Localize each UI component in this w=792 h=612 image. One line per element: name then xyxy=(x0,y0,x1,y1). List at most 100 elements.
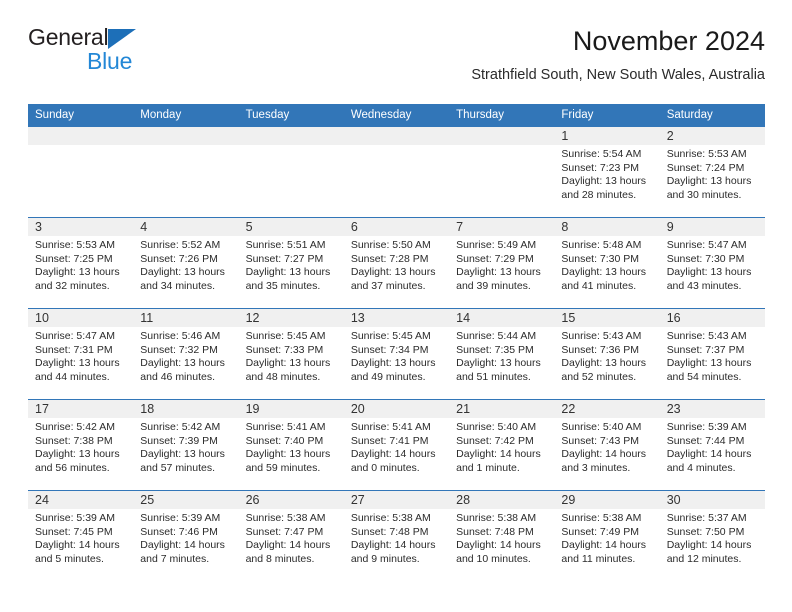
sunset-time: Sunset: 7:27 PM xyxy=(245,252,324,265)
calendar-day-cell[interactable]: 5 Sunrise: 5:51 AM Sunset: 7:27 PM Daylight… xyxy=(238,217,344,309)
calendar-day-cell[interactable]: 20 Sunrise: 5:41 AM Sunset: 7:41 PM Dayligh… xyxy=(343,399,450,491)
calendar-day-cell[interactable]: 4 Sunrise: 5:52 AM Sunset: 7:26 PM Daylight… xyxy=(133,217,239,309)
calendar-week-row: 24 Sunrise: 5:39 AM Sunset: 7:45 PM Dayligh… xyxy=(28,490,765,581)
calendar-day-cell[interactable] xyxy=(238,127,344,218)
day-cell-content: 22 Sunrise: 5:40 AM Sunset: 7:43 PM Dayligh… xyxy=(554,400,660,490)
calendar-day-cell[interactable]: 2 Sunrise: 5:53 AM Sunset: 7:24 PM Daylight… xyxy=(659,127,765,218)
day-number: 11 xyxy=(133,309,239,327)
sunrise-time: Sunrise: 5:48 AM xyxy=(561,239,642,251)
calendar-day-cell[interactable]: 28 Sunrise: 5:38 AM Sunset: 7:48 PM Dayligh… xyxy=(449,490,555,581)
page-subtitle: Strathfield South, New South Wales, Aust… xyxy=(471,67,765,83)
logo-triangle-icon xyxy=(108,29,136,49)
calendar-day-cell[interactable]: 29 Sunrise: 5:38 AM Sunset: 7:49 PM Dayligh… xyxy=(554,490,660,581)
calendar-day-cell[interactable]: 16 Sunrise: 5:43 AM Sunset: 7:37 PM Dayligh… xyxy=(659,308,765,400)
calendar-day-cell[interactable]: 24 Sunrise: 5:39 AM Sunset: 7:45 PM Dayligh… xyxy=(28,490,134,581)
calendar-day-cell[interactable]: 14 Sunrise: 5:44 AM Sunset: 7:35 PM Dayligh… xyxy=(449,308,555,400)
daylight-duration-line2: and 43 minutes. xyxy=(666,279,742,292)
calendar-day-cell[interactable] xyxy=(343,127,450,218)
calendar-day-cell[interactable]: 8 Sunrise: 5:48 AM Sunset: 7:30 PM Daylight… xyxy=(554,217,660,309)
day-sun-info: Sunrise: 5:40 AM Sunset: 7:42 PM Daylight:… xyxy=(449,418,554,475)
day-sun-info: Sunrise: 5:38 AM Sunset: 7:48 PM Daylight:… xyxy=(344,509,449,566)
sunset-time: Sunset: 7:42 PM xyxy=(456,434,534,447)
daylight-duration-line2: and 54 minutes. xyxy=(666,370,742,383)
sunrise-time: Sunrise: 5:41 AM xyxy=(245,421,326,433)
daylight-duration-line2: and 41 minutes. xyxy=(561,279,637,292)
day-number: 16 xyxy=(659,309,765,327)
calendar-day-cell[interactable]: 7 Sunrise: 5:49 AM Sunset: 7:29 PM Daylight… xyxy=(449,217,555,309)
calendar-day-cell[interactable]: 23 Sunrise: 5:39 AM Sunset: 7:44 PM Dayligh… xyxy=(659,399,765,491)
daylight-duration-line1: Daylight: 14 hours xyxy=(456,539,541,552)
day-number: 27 xyxy=(343,491,450,509)
sunrise-time: Sunrise: 5:43 AM xyxy=(666,330,747,342)
day-sun-info: Sunrise: 5:38 AM Sunset: 7:49 PM Daylight:… xyxy=(554,509,659,566)
sunset-time: Sunset: 7:49 PM xyxy=(561,525,640,538)
calendar-day-cell[interactable]: 3 Sunrise: 5:53 AM Sunset: 7:25 PM Daylight… xyxy=(28,217,134,309)
day-cell-content: 5 Sunrise: 5:51 AM Sunset: 7:27 PM Daylight… xyxy=(238,218,344,308)
daylight-duration-line2: and 0 minutes. xyxy=(350,461,420,474)
calendar-day-cell[interactable]: 30 Sunrise: 5:37 AM Sunset: 7:50 PM Dayligh… xyxy=(659,490,765,581)
daylight-duration-line2: and 7 minutes. xyxy=(140,552,210,565)
calendar-day-cell[interactable] xyxy=(28,127,134,218)
calendar-day-cell[interactable]: 9 Sunrise: 5:47 AM Sunset: 7:30 PM Daylight… xyxy=(659,217,765,309)
daylight-duration-line2: and 37 minutes. xyxy=(350,279,426,292)
day-sun-info: Sunrise: 5:48 AM Sunset: 7:30 PM Daylight:… xyxy=(554,236,659,293)
day-cell-content: 17 Sunrise: 5:42 AM Sunset: 7:38 PM Dayligh… xyxy=(28,400,134,490)
sunset-time: Sunset: 7:31 PM xyxy=(35,343,113,356)
day-cell-content: 16 Sunrise: 5:43 AM Sunset: 7:37 PM Dayligh… xyxy=(659,309,765,399)
day-sun-info: Sunrise: 5:51 AM Sunset: 7:27 PM Daylight:… xyxy=(239,236,344,293)
day-number: 21 xyxy=(449,400,555,418)
calendar-day-cell[interactable]: 15 Sunrise: 5:43 AM Sunset: 7:36 PM Dayligh… xyxy=(554,308,660,400)
sunset-time: Sunset: 7:34 PM xyxy=(350,343,429,356)
calendar-day-cell[interactable]: 25 Sunrise: 5:39 AM Sunset: 7:46 PM Dayligh… xyxy=(133,490,239,581)
calendar-day-cell[interactable]: 10 Sunrise: 5:47 AM Sunset: 7:31 PM Dayligh… xyxy=(28,308,134,400)
day-cell-content: 3 Sunrise: 5:53 AM Sunset: 7:25 PM Daylight… xyxy=(28,218,134,308)
day-number: 6 xyxy=(343,218,450,236)
calendar-body: 1 Sunrise: 5:54 AM Sunset: 7:23 PM Daylight… xyxy=(28,127,765,581)
calendar-day-cell[interactable]: 21 Sunrise: 5:40 AM Sunset: 7:42 PM Dayligh… xyxy=(449,399,555,491)
day-cell-content: 23 Sunrise: 5:39 AM Sunset: 7:44 PM Dayligh… xyxy=(659,400,765,490)
calendar-day-cell[interactable]: 13 Sunrise: 5:45 AM Sunset: 7:34 PM Dayligh… xyxy=(343,308,450,400)
calendar-day-cell[interactable]: 11 Sunrise: 5:46 AM Sunset: 7:32 PM Dayligh… xyxy=(133,308,239,400)
calendar-day-cell[interactable]: 19 Sunrise: 5:41 AM Sunset: 7:40 PM Dayligh… xyxy=(238,399,344,491)
daylight-duration-line1: Daylight: 14 hours xyxy=(666,448,752,461)
day-number: 22 xyxy=(554,400,660,418)
sunrise-time: Sunrise: 5:39 AM xyxy=(35,512,115,524)
calendar-day-cell[interactable] xyxy=(449,127,555,218)
logo-general-blue[interactable]: General Blue xyxy=(28,24,158,82)
weekday-header-tuesday: Tuesday xyxy=(238,104,344,127)
sunrise-time: Sunrise: 5:53 AM xyxy=(666,148,747,160)
daylight-duration-line1: Daylight: 14 hours xyxy=(350,448,436,461)
calendar-day-cell[interactable]: 22 Sunrise: 5:40 AM Sunset: 7:43 PM Dayligh… xyxy=(554,399,660,491)
day-number: 28 xyxy=(449,491,555,509)
weekday-header-sunday: Sunday xyxy=(28,104,134,127)
calendar-day-cell[interactable]: 12 Sunrise: 5:45 AM Sunset: 7:33 PM Dayligh… xyxy=(238,308,344,400)
sunset-time: Sunset: 7:25 PM xyxy=(35,252,113,265)
daylight-duration-line1: Daylight: 14 hours xyxy=(245,539,331,552)
day-cell-content: 8 Sunrise: 5:48 AM Sunset: 7:30 PM Daylight… xyxy=(554,218,660,308)
day-number: 17 xyxy=(28,400,134,418)
sunset-time: Sunset: 7:33 PM xyxy=(245,343,324,356)
calendar-day-cell[interactable] xyxy=(133,127,239,218)
calendar-day-cell[interactable]: 1 Sunrise: 5:54 AM Sunset: 7:23 PM Daylight… xyxy=(554,127,660,218)
daylight-duration-line2: and 48 minutes. xyxy=(245,370,321,383)
daylight-duration-line1: Daylight: 13 hours xyxy=(140,357,225,370)
sunset-time: Sunset: 7:45 PM xyxy=(35,525,113,538)
day-number: 24 xyxy=(28,491,134,509)
calendar-day-cell[interactable]: 6 Sunrise: 5:50 AM Sunset: 7:28 PM Daylight… xyxy=(343,217,450,309)
calendar-day-cell[interactable]: 27 Sunrise: 5:38 AM Sunset: 7:48 PM Dayligh… xyxy=(343,490,450,581)
day-cell-content: 10 Sunrise: 5:47 AM Sunset: 7:31 PM Dayligh… xyxy=(28,309,134,399)
day-sun-info: Sunrise: 5:38 AM Sunset: 7:47 PM Daylight:… xyxy=(239,509,344,566)
calendar-day-cell[interactable]: 18 Sunrise: 5:42 AM Sunset: 7:39 PM Dayligh… xyxy=(133,399,239,491)
calendar-day-cell[interactable]: 26 Sunrise: 5:38 AM Sunset: 7:47 PM Dayligh… xyxy=(238,490,344,581)
page-header: General Blue November 2024 Strathfield S… xyxy=(28,24,765,96)
calendar-day-cell[interactable]: 17 Sunrise: 5:42 AM Sunset: 7:38 PM Dayligh… xyxy=(28,399,134,491)
day-cell-content: 24 Sunrise: 5:39 AM Sunset: 7:45 PM Dayligh… xyxy=(28,491,134,581)
daylight-duration-line2: and 4 minutes. xyxy=(666,461,736,474)
sunset-time: Sunset: 7:29 PM xyxy=(456,252,534,265)
sunrise-time: Sunrise: 5:43 AM xyxy=(561,330,642,342)
daylight-duration-line1: Daylight: 13 hours xyxy=(140,266,225,279)
day-cell-content: 19 Sunrise: 5:41 AM Sunset: 7:40 PM Dayligh… xyxy=(238,400,344,490)
daylight-duration-line1: Daylight: 13 hours xyxy=(666,266,752,279)
day-cell-content xyxy=(28,127,134,217)
day-cell-content: 7 Sunrise: 5:49 AM Sunset: 7:29 PM Daylight… xyxy=(449,218,555,308)
